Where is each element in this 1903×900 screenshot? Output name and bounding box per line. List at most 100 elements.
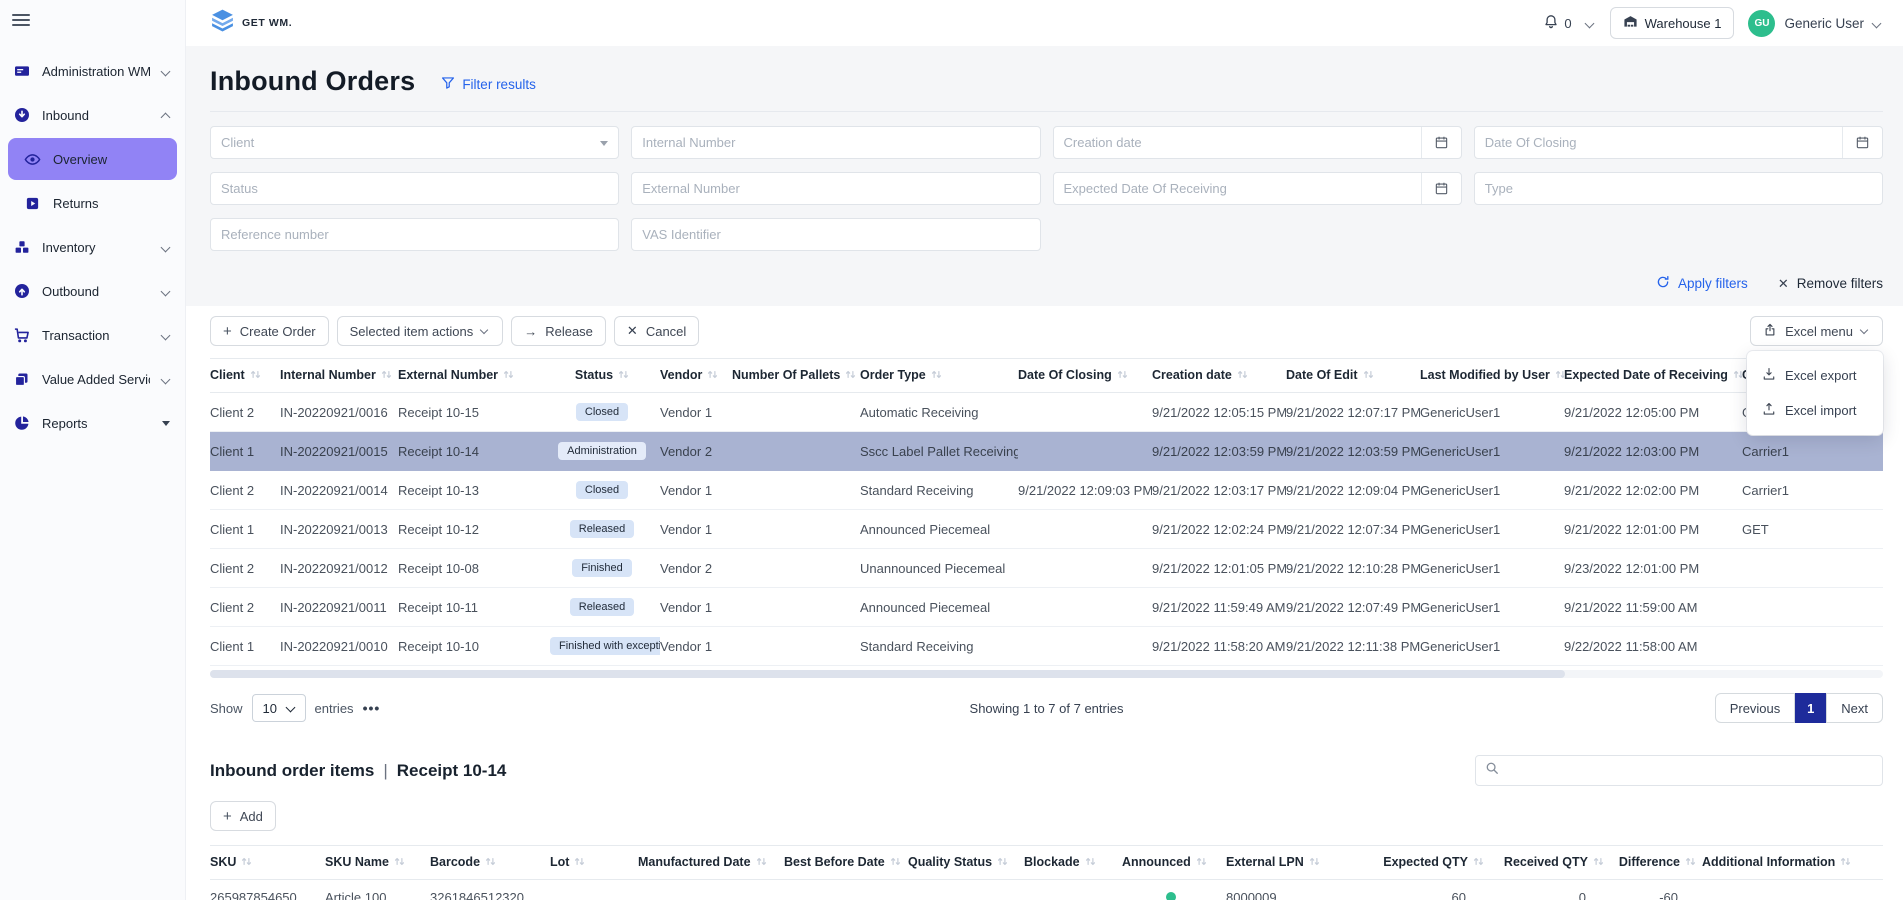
type-filter-input[interactable] — [1475, 181, 1882, 196]
page-size-select[interactable]: 10 — [252, 694, 306, 722]
excel-import-menu-item[interactable]: Excel import — [1747, 393, 1883, 428]
date-of-closing-filter-input[interactable] — [1475, 135, 1842, 150]
table-row[interactable]: Client 2IN-20220921/0014Receipt 10-13Clo… — [210, 471, 1883, 510]
sidebar-item-label: Value Added Service — [42, 372, 150, 387]
orders-column-header-internal-number[interactable]: Internal Number — [280, 359, 398, 393]
orders-column-header-client[interactable]: Client — [210, 359, 280, 393]
calendar-icon[interactable] — [1842, 127, 1882, 158]
chevron-down-icon — [161, 374, 171, 384]
items-column-header-sku[interactable]: SKU — [210, 846, 325, 880]
entries-summary: Showing 1 to 7 of 7 entries — [970, 701, 1124, 716]
sidebar-item-inbound[interactable]: Inbound — [0, 94, 185, 136]
sidebar-item-administration-wm[interactable]: Administration WM — [0, 50, 185, 92]
sidebar-item-outbound[interactable]: Outbound — [0, 270, 185, 312]
orders-column-header-date-of-edit[interactable]: Date Of Edit — [1286, 359, 1420, 393]
hamburger-menu-icon[interactable] — [12, 14, 30, 26]
chevron-down-icon[interactable] — [1584, 18, 1594, 28]
table-row[interactable]: 265987854650Article 10032618465123208000… — [210, 880, 1883, 900]
sidebar-nav: Administration WM Inbound OverviewReturnsI… — [0, 50, 185, 444]
creation-date-filter-input[interactable] — [1054, 135, 1421, 150]
items-search-input[interactable] — [1506, 763, 1873, 778]
table-menu-button[interactable]: ••• — [363, 700, 381, 716]
sidebar-item-label: Inbound — [42, 108, 150, 123]
table-row[interactable]: Client 1IN-20220921/0015Receipt 10-14Adm… — [210, 432, 1883, 471]
notification-count: 0 — [1564, 16, 1571, 31]
orders-column-header-order-type[interactable]: Order Type — [860, 359, 1018, 393]
previous-page-button[interactable]: Previous — [1715, 693, 1796, 723]
orders-column-header-external-number[interactable]: External Number — [398, 359, 550, 393]
sidebar-item-value-added-service[interactable]: Value Added Service — [0, 358, 185, 400]
items-column-header-announced[interactable]: Announced — [1122, 846, 1226, 880]
inventory-icon — [13, 239, 30, 256]
internal-number-filter-input[interactable] — [632, 135, 1039, 150]
chevron-down-icon — [1860, 326, 1868, 334]
date-of-closing-filter — [1474, 126, 1883, 159]
items-column-header-expected-qty[interactable]: Expected QTY — [1368, 846, 1490, 880]
sidebar-item-inventory[interactable]: Inventory — [0, 226, 185, 268]
calendar-icon[interactable] — [1421, 173, 1461, 204]
chevron-down-icon — [161, 286, 171, 296]
cancel-button[interactable]: ✕ Cancel — [614, 316, 699, 346]
table-row[interactable]: Client 2IN-20220921/0012Receipt 10-08Fin… — [210, 549, 1883, 588]
items-column-header-additional-information[interactable]: Additional Information — [1702, 846, 1883, 880]
calendar-icon[interactable] — [1421, 127, 1461, 158]
scrollbar-thumb[interactable] — [210, 670, 1565, 678]
orders-column-header-expected-date-of-receiving[interactable]: Expected Date of Receiving — [1564, 359, 1742, 393]
orders-column-header-date-of-closing[interactable]: Date Of Closing — [1018, 359, 1152, 393]
release-button[interactable]: → Release — [511, 316, 606, 346]
excel-menu-dropdown: Excel export Excel import — [1747, 351, 1883, 435]
current-page-button[interactable]: 1 — [1795, 693, 1826, 723]
items-column-header-barcode[interactable]: Barcode — [430, 846, 550, 880]
transaction-icon — [13, 327, 30, 344]
items-column-header-external-lpn[interactable]: External LPN — [1226, 846, 1368, 880]
table-row[interactable]: Client 1IN-20220921/0010Receipt 10-10Fin… — [210, 627, 1883, 666]
apply-filters-button[interactable]: Apply filters — [1656, 275, 1748, 292]
caret-down-icon[interactable] — [600, 141, 608, 150]
sidebar-item-overview[interactable]: Overview — [8, 138, 177, 180]
user-menu[interactable]: GU Generic User — [1748, 10, 1883, 37]
items-column-header-quality-status[interactable]: Quality Status — [908, 846, 1024, 880]
external-number-filter-input[interactable] — [632, 181, 1039, 196]
items-column-header-received-qty[interactable]: Received QTY — [1490, 846, 1610, 880]
table-row[interactable]: Client 2IN-20220921/0016Receipt 10-15Clo… — [210, 393, 1883, 432]
items-column-header-difference[interactable]: Difference — [1610, 846, 1702, 880]
orders-column-header-creation-date[interactable]: Creation date — [1152, 359, 1286, 393]
warehouse-selector-button[interactable]: Warehouse 1 — [1610, 7, 1735, 39]
expected-date-of-receiving-filter-input[interactable] — [1054, 181, 1421, 196]
orders-column-header-number-of-pallets[interactable]: Number Of Pallets — [732, 359, 860, 393]
external-number-filter — [631, 172, 1040, 205]
create-order-button[interactable]: + Create Order — [210, 316, 329, 346]
sort-icon — [618, 369, 629, 383]
remove-filters-button[interactable]: ✕ Remove filters — [1778, 276, 1883, 292]
sidebar-item-returns[interactable]: Returns — [0, 182, 185, 224]
outbound-icon — [13, 283, 30, 300]
excel-menu-button[interactable]: Excel menu — [1750, 316, 1883, 346]
orders-column-header-vendor[interactable]: Vendor — [660, 359, 732, 393]
avatar: GU — [1748, 10, 1775, 37]
vas-identifier-filter-input[interactable] — [632, 227, 1039, 242]
orders-column-header-last-modified-by-user[interactable]: Last Modified by User — [1420, 359, 1564, 393]
horizontal-scrollbar[interactable] — [210, 670, 1883, 678]
items-column-header-blockade[interactable]: Blockade — [1024, 846, 1122, 880]
status-filter-input[interactable] — [211, 181, 618, 196]
reference-number-filter-input[interactable] — [211, 227, 618, 242]
close-icon: ✕ — [1778, 276, 1789, 292]
selected-item-actions-button[interactable]: Selected item actions — [337, 316, 504, 346]
filter-results-link[interactable]: Filter results — [441, 76, 536, 93]
items-column-header-sku-name[interactable]: SKU Name — [325, 846, 430, 880]
sidebar-item-transaction[interactable]: Transaction — [0, 314, 185, 356]
client-filter-input[interactable] — [211, 135, 600, 150]
items-column-header-best-before-date[interactable]: Best Before Date — [784, 846, 908, 880]
next-page-button[interactable]: Next — [1826, 693, 1883, 723]
notifications-button[interactable]: 0 — [1543, 14, 1571, 33]
orders-column-header-status[interactable]: Status — [550, 359, 660, 393]
table-row[interactable]: Client 2IN-20220921/0011Receipt 10-11Rel… — [210, 588, 1883, 627]
sort-icon — [1555, 369, 1564, 383]
sidebar-item-reports[interactable]: Reports — [0, 402, 185, 444]
items-column-header-manufactured-date[interactable]: Manufactured Date — [638, 846, 784, 880]
add-item-button[interactable]: + Add — [210, 801, 276, 831]
sort-icon — [1117, 369, 1128, 383]
excel-export-menu-item[interactable]: Excel export — [1747, 358, 1883, 393]
items-column-header-lot[interactable]: Lot — [550, 846, 638, 880]
table-row[interactable]: Client 1IN-20220921/0013Receipt 10-12Rel… — [210, 510, 1883, 549]
